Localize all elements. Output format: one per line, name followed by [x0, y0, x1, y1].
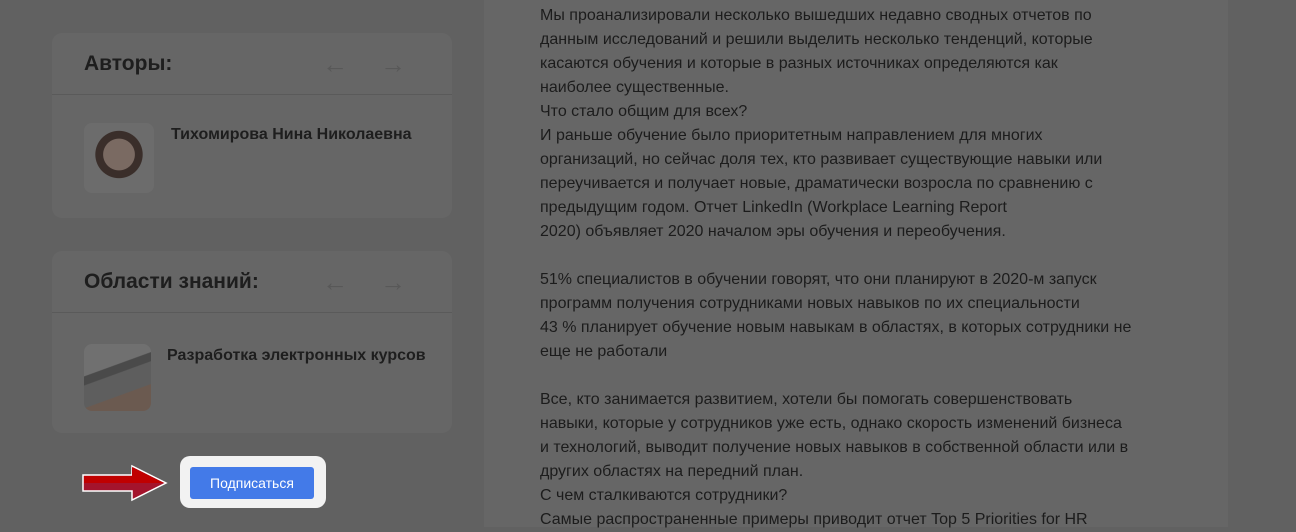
area-thumbnail [84, 344, 151, 411]
arrow-right-icon[interactable]: → [380, 269, 406, 295]
author-name[interactable]: Тихомирова Нина Николаевна [171, 125, 412, 193]
article-line: Что стало общим для всех? [540, 103, 748, 120]
article-line: Самые распространенные примеры приводит … [540, 511, 1088, 528]
area-name[interactable]: Разработка электронных курсов [167, 346, 426, 411]
article-line: Мы проанализировали несколько вышедших н… [540, 7, 1092, 24]
article-line: касаются обучения и которые в разных ист… [540, 55, 1058, 72]
authors-card: Авторы: ← → Тихомирова Нина Николаевна [52, 33, 452, 218]
article-line: Все, кто занимается развитием, хотели бы… [540, 391, 1073, 408]
authors-title: Авторы: [84, 51, 173, 75]
article-line: наиболее существенные. [540, 79, 729, 96]
article-line: данным исследований и решили выделить не… [540, 31, 1093, 48]
article-line [540, 364, 1131, 388]
article-line: других областях на передний план. [540, 463, 804, 480]
pointer-arrow-icon [82, 464, 168, 502]
article-line: 2020) объявляет 2020 началом эры обучени… [540, 223, 1006, 240]
article-line: С чем сталкиваются сотрудники? [540, 487, 788, 504]
areas-header: Области знаний: ← → [52, 251, 452, 313]
arrow-right-icon[interactable]: → [380, 51, 406, 77]
authors-header: Авторы: ← → [52, 33, 452, 95]
article-line: переучивается и получает новые, драматич… [540, 175, 1093, 192]
arrow-left-icon[interactable]: ← [322, 51, 348, 77]
author-avatar [84, 123, 154, 193]
article-line: навыки, которые у сотрудников уже есть, … [540, 415, 1122, 432]
article-line: организаций, но сейчас доля тех, кто раз… [540, 151, 1103, 168]
article-line: предыдущим годом. Отчет LinkedIn (Workpl… [540, 199, 1007, 216]
article-line: И раньше обучение было приоритетным напр… [540, 127, 1043, 144]
article-text: Мы проанализировали несколько вышедших н… [540, 4, 1131, 532]
article-line: 43 % планирует обучение новым навыкам в … [540, 319, 1132, 336]
article-line: еще не работали [540, 343, 668, 360]
areas-title: Области знаний: [84, 269, 259, 293]
article-line: программ получения сотрудниками новых на… [540, 295, 1080, 312]
area-item[interactable]: Разработка электронных курсов [84, 344, 426, 411]
article-content: Мы проанализировали несколько вышедших н… [484, 0, 1228, 528]
article-line [540, 244, 1131, 268]
article-line: и технологий, выводит получение новых на… [540, 439, 1129, 456]
author-item[interactable]: Тихомирова Нина Николаевна [84, 123, 412, 193]
arrow-left-icon[interactable]: ← [322, 269, 348, 295]
knowledge-areas-card: Области знаний: ← → Разработка электронн… [52, 251, 452, 433]
subscribe-button[interactable]: Подписаться [190, 467, 314, 499]
article-line: 51% специалистов в обучении говорят, что… [540, 271, 1097, 288]
